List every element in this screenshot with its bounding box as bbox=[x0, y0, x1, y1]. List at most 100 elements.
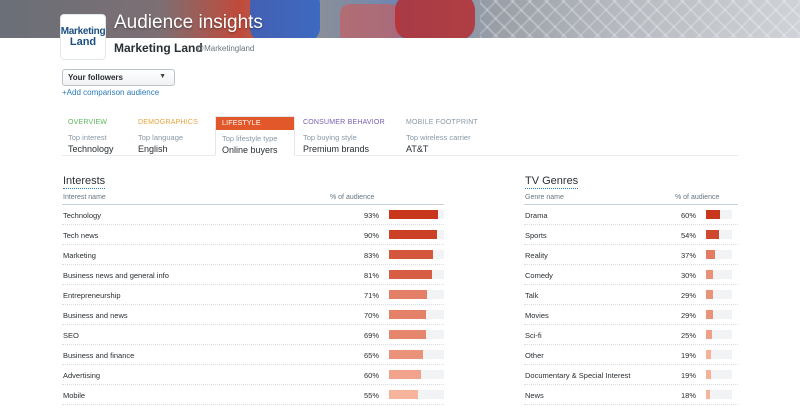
interests-col-pct: % of audience bbox=[330, 194, 375, 201]
tab-value: Technology bbox=[68, 144, 114, 154]
account-handle: @Marketingland bbox=[196, 44, 255, 53]
table-row: SEO 69% bbox=[62, 325, 444, 345]
percent-bar bbox=[706, 390, 711, 399]
tv-genres-col-name: Genre name bbox=[525, 194, 564, 201]
percent-bar-track bbox=[706, 210, 732, 219]
header-banner: Audience insights bbox=[0, 0, 800, 38]
audience-select[interactable]: Your followers ▼ bbox=[62, 69, 175, 86]
row-percent: 25% bbox=[680, 331, 696, 340]
table-row: Reality 37% bbox=[524, 245, 738, 265]
row-name: Marketing bbox=[63, 251, 96, 260]
row-percent: 19% bbox=[680, 351, 696, 360]
tab-demographics[interactable]: DEMOGRAPHICS Top language English bbox=[132, 116, 212, 156]
row-name: News bbox=[525, 391, 544, 400]
percent-bar bbox=[389, 310, 427, 319]
row-percent: 19% bbox=[680, 371, 696, 380]
percent-bar bbox=[389, 270, 432, 279]
row-percent: 55% bbox=[363, 391, 379, 400]
row-name: Drama bbox=[525, 211, 548, 220]
tab-consumer-behavior[interactable]: CONSUMER BEHAVIOR Top buying style Premi… bbox=[297, 116, 397, 156]
percent-bar bbox=[389, 230, 437, 239]
percent-bar-track bbox=[389, 390, 444, 399]
percent-bar-track bbox=[389, 370, 444, 379]
row-percent: 81% bbox=[363, 271, 379, 280]
table-row: Movies 29% bbox=[524, 305, 738, 325]
table-row: Advertising 60% bbox=[62, 365, 444, 385]
percent-bar bbox=[389, 330, 426, 339]
table-row: Entrepreneurship 71% bbox=[62, 285, 444, 305]
percent-bar bbox=[706, 230, 719, 239]
table-row: Business news and general info 81% bbox=[62, 265, 444, 285]
tab-label: CONSUMER BEHAVIOR bbox=[303, 119, 385, 126]
tab-mobile-footprint[interactable]: MOBILE FOOTPRINT Top wireless carrier AT… bbox=[400, 116, 500, 156]
table-row: Drama 60% bbox=[524, 205, 738, 225]
account-name[interactable]: Marketing Land bbox=[114, 41, 203, 55]
table-row: Sports 54% bbox=[524, 225, 738, 245]
percent-bar bbox=[706, 330, 712, 339]
interests-col-name: Interest name bbox=[63, 194, 106, 201]
row-percent: 83% bbox=[363, 251, 379, 260]
tab-lifestyle[interactable]: LIFESTYLE Top lifestyle type Online buye… bbox=[215, 116, 295, 156]
percent-bar-track bbox=[389, 230, 444, 239]
table-row: Mobile 55% bbox=[62, 385, 444, 405]
percent-bar-track bbox=[389, 330, 444, 339]
tab-sublabel: Top lifestyle type bbox=[222, 134, 278, 143]
tab-value: English bbox=[138, 144, 168, 154]
tv-genres-title: TV Genres bbox=[525, 175, 579, 189]
account-logo[interactable]: Marketing Land bbox=[60, 14, 106, 60]
table-row: News 18% bbox=[524, 385, 738, 405]
row-name: Technology bbox=[63, 211, 101, 220]
row-name: Business and news bbox=[63, 311, 128, 320]
percent-bar-track bbox=[389, 290, 444, 299]
percent-bar bbox=[706, 350, 711, 359]
tv-genres-col-pct: % of audience bbox=[675, 194, 720, 201]
tab-overview[interactable]: OVERVIEW Top interest Technology bbox=[62, 116, 136, 156]
logo-text-line2: Land bbox=[69, 36, 97, 48]
table-row: Tech news 90% bbox=[62, 225, 444, 245]
row-name: Mobile bbox=[63, 391, 86, 400]
category-tabs: OVERVIEW Top interest Technology DEMOGRA… bbox=[62, 116, 738, 156]
percent-bar bbox=[706, 270, 714, 279]
row-percent: 37% bbox=[680, 251, 696, 260]
interests-title: Interests bbox=[63, 175, 106, 189]
percent-bar-track bbox=[706, 330, 732, 339]
percent-bar bbox=[706, 310, 713, 319]
percent-bar-track bbox=[389, 350, 444, 359]
percent-bar bbox=[389, 290, 427, 299]
page-title: Audience insights bbox=[114, 12, 263, 33]
table-row: Business and finance 65% bbox=[62, 345, 444, 365]
percent-bar-track bbox=[389, 210, 444, 219]
tab-label: DEMOGRAPHICS bbox=[138, 119, 198, 126]
row-name: Talk bbox=[525, 291, 539, 300]
row-name: Business and finance bbox=[63, 351, 135, 360]
percent-bar bbox=[706, 250, 715, 259]
row-name: Sports bbox=[525, 231, 547, 240]
tab-value: Premium brands bbox=[303, 144, 370, 154]
tab-label: LIFESTYLE bbox=[216, 117, 294, 130]
row-percent: 29% bbox=[680, 291, 696, 300]
row-percent: 90% bbox=[363, 231, 379, 240]
percent-bar-track bbox=[706, 350, 732, 359]
row-name: Entrepreneurship bbox=[63, 291, 121, 300]
percent-bar bbox=[706, 370, 711, 379]
row-name: Documentary & Special Interest bbox=[525, 371, 631, 380]
percent-bar bbox=[389, 250, 433, 259]
tab-value: Online buyers bbox=[222, 145, 278, 155]
percent-bar-track bbox=[706, 390, 732, 399]
percent-bar-track bbox=[706, 370, 732, 379]
banner-image-shape bbox=[340, 4, 400, 38]
table-row: Comedy 30% bbox=[524, 265, 738, 285]
row-percent: 29% bbox=[680, 311, 696, 320]
row-name: Sci-fi bbox=[525, 331, 542, 340]
row-percent: 65% bbox=[363, 351, 379, 360]
tab-sublabel: Top language bbox=[138, 133, 184, 142]
table-row: Marketing 83% bbox=[62, 245, 444, 265]
percent-bar-track bbox=[389, 270, 444, 279]
table-row: Technology 93% bbox=[62, 205, 444, 225]
row-percent: 71% bbox=[363, 291, 379, 300]
row-name: Tech news bbox=[63, 231, 99, 240]
table-row: Documentary & Special Interest 19% bbox=[524, 365, 738, 385]
percent-bar-track bbox=[706, 230, 732, 239]
row-name: Advertising bbox=[63, 371, 101, 380]
add-comparison-audience-link[interactable]: +Add comparison audience bbox=[62, 88, 159, 97]
